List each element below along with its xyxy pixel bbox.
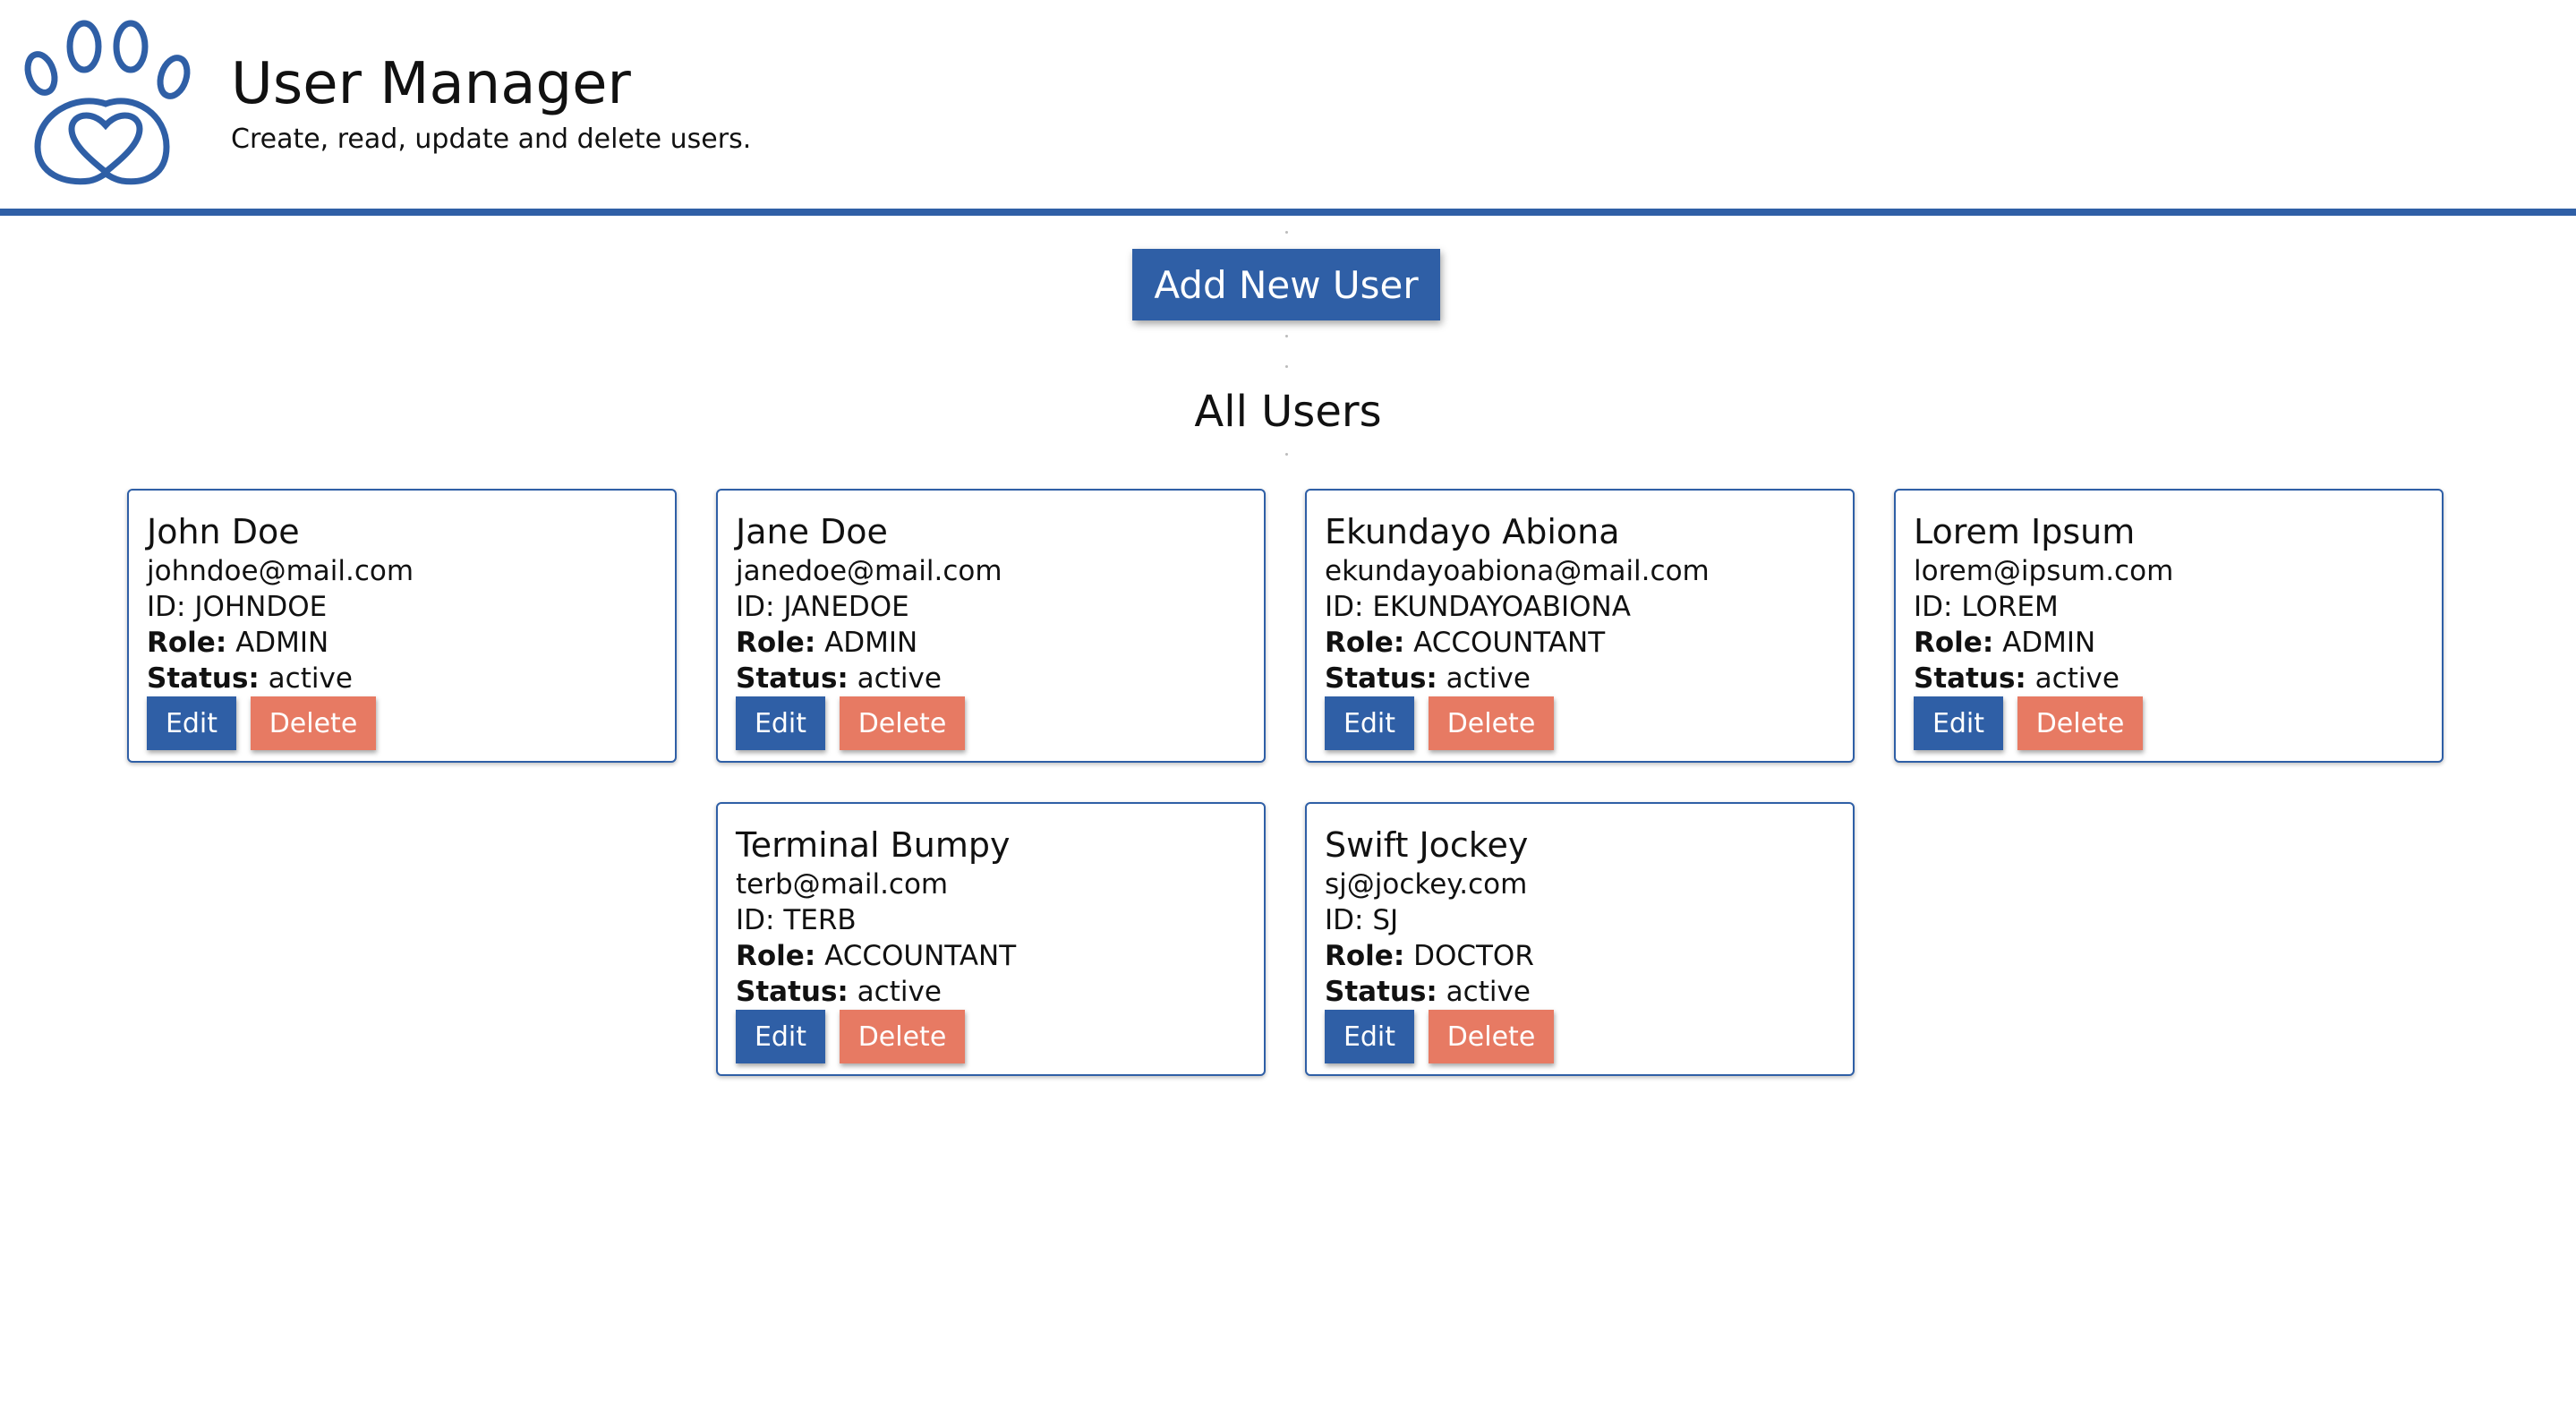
delete-user-button[interactable]: Delete xyxy=(1429,1010,1554,1063)
user-status-value: active xyxy=(1446,976,1531,1008)
user-id-value: SJ xyxy=(1372,904,1399,936)
user-status-row: Status: active xyxy=(1914,661,2120,696)
user-role-value: ADMIN xyxy=(2002,627,2096,659)
user-name: Ekundayo Abiona xyxy=(1325,512,1620,551)
user-role-row: Role: ADMIN xyxy=(736,625,917,661)
user-status-value: active xyxy=(268,662,353,695)
user-id-value: TERB xyxy=(783,904,857,936)
user-role-row: Role: DOCTOR xyxy=(1325,938,1534,974)
user-card-list: John Doe johndoe@mail.com ID: JOHNDOE Ro… xyxy=(0,0,2576,1409)
user-role-row: Role: ADMIN xyxy=(147,625,328,661)
user-role-row: Role: ACCOUNTANT xyxy=(1325,625,1605,661)
user-card: Ekundayo Abiona ekundayoabiona@mail.com … xyxy=(1305,489,1855,763)
user-email: sj@jockey.com xyxy=(1325,868,1528,901)
user-email: janedoe@mail.com xyxy=(736,555,1002,587)
user-card: Terminal Bumpy terb@mail.com ID: TERB Ro… xyxy=(716,802,1266,1076)
user-role-label: Role: xyxy=(736,940,816,972)
delete-user-button[interactable]: Delete xyxy=(840,696,965,750)
user-name: Lorem Ipsum xyxy=(1914,512,2136,551)
user-role-label: Role: xyxy=(1325,940,1405,972)
user-id-row: ID: EKUNDAYOABIONA xyxy=(1325,589,1631,625)
user-id-value: EKUNDAYOABIONA xyxy=(1372,591,1631,623)
user-name: John Doe xyxy=(147,512,300,551)
user-id-value: JOHNDOE xyxy=(194,591,328,623)
edit-user-button[interactable]: Edit xyxy=(147,696,236,750)
delete-user-button[interactable]: Delete xyxy=(2017,696,2143,750)
edit-user-button[interactable]: Edit xyxy=(736,1010,825,1063)
user-status-label: Status: xyxy=(1325,976,1437,1008)
user-id-label: ID: xyxy=(736,904,775,936)
user-role-value: ADMIN xyxy=(235,627,329,659)
user-email: terb@mail.com xyxy=(736,868,949,901)
user-id-value: JANEDOE xyxy=(783,591,909,623)
user-id-label: ID: xyxy=(736,591,775,623)
user-email: ekundayoabiona@mail.com xyxy=(1325,555,1710,587)
user-status-label: Status: xyxy=(1914,662,2026,695)
user-status-row: Status: active xyxy=(1325,974,1531,1010)
user-role-value: ACCOUNTANT xyxy=(824,940,1017,972)
user-status-value: active xyxy=(1446,662,1531,695)
delete-user-button[interactable]: Delete xyxy=(1429,696,1554,750)
user-role-label: Role: xyxy=(1914,627,1994,659)
user-role-label: Role: xyxy=(736,627,816,659)
user-card: John Doe johndoe@mail.com ID: JOHNDOE Ro… xyxy=(127,489,677,763)
user-status-value: active xyxy=(857,976,942,1008)
user-status-label: Status: xyxy=(147,662,260,695)
user-status-row: Status: active xyxy=(147,661,353,696)
delete-user-button[interactable]: Delete xyxy=(840,1010,965,1063)
user-id-row: ID: LOREM xyxy=(1914,589,2059,625)
user-status-value: active xyxy=(857,662,942,695)
user-role-label: Role: xyxy=(147,627,227,659)
user-role-value: ADMIN xyxy=(824,627,918,659)
user-id-row: ID: JOHNDOE xyxy=(147,589,327,625)
user-name: Terminal Bumpy xyxy=(736,825,1011,865)
edit-user-button[interactable]: Edit xyxy=(1325,1010,1414,1063)
user-role-row: Role: ACCOUNTANT xyxy=(736,938,1016,974)
user-id-row: ID: TERB xyxy=(736,902,857,938)
user-role-row: Role: ADMIN xyxy=(1914,625,2095,661)
user-card: Jane Doe janedoe@mail.com ID: JANEDOE Ro… xyxy=(716,489,1266,763)
user-id-label: ID: xyxy=(1325,904,1364,936)
user-id-label: ID: xyxy=(1914,591,1953,623)
user-status-row: Status: active xyxy=(736,974,942,1010)
user-id-label: ID: xyxy=(147,591,186,623)
edit-user-button[interactable]: Edit xyxy=(736,696,825,750)
user-name: Jane Doe xyxy=(736,512,888,551)
edit-user-button[interactable]: Edit xyxy=(1325,696,1414,750)
user-role-value: ACCOUNTANT xyxy=(1413,627,1606,659)
user-id-label: ID: xyxy=(1325,591,1364,623)
user-email: lorem@ipsum.com xyxy=(1914,555,2174,587)
user-status-row: Status: active xyxy=(1325,661,1531,696)
user-role-label: Role: xyxy=(1325,627,1405,659)
user-card: Swift Jockey sj@jockey.com ID: SJ Role: … xyxy=(1305,802,1855,1076)
delete-user-button[interactable]: Delete xyxy=(251,696,376,750)
user-status-value: active xyxy=(2034,662,2120,695)
user-name: Swift Jockey xyxy=(1325,825,1529,865)
user-status-label: Status: xyxy=(1325,662,1437,695)
user-id-row: ID: SJ xyxy=(1325,902,1398,938)
user-role-value: DOCTOR xyxy=(1413,940,1534,972)
user-status-row: Status: active xyxy=(736,661,942,696)
user-status-label: Status: xyxy=(736,662,849,695)
user-id-value: LOREM xyxy=(1961,591,2059,623)
user-id-row: ID: JANEDOE xyxy=(736,589,909,625)
user-status-label: Status: xyxy=(736,976,849,1008)
user-card: Lorem Ipsum lorem@ipsum.com ID: LOREM Ro… xyxy=(1894,489,2444,763)
edit-user-button[interactable]: Edit xyxy=(1914,696,2003,750)
user-email: johndoe@mail.com xyxy=(147,555,414,587)
